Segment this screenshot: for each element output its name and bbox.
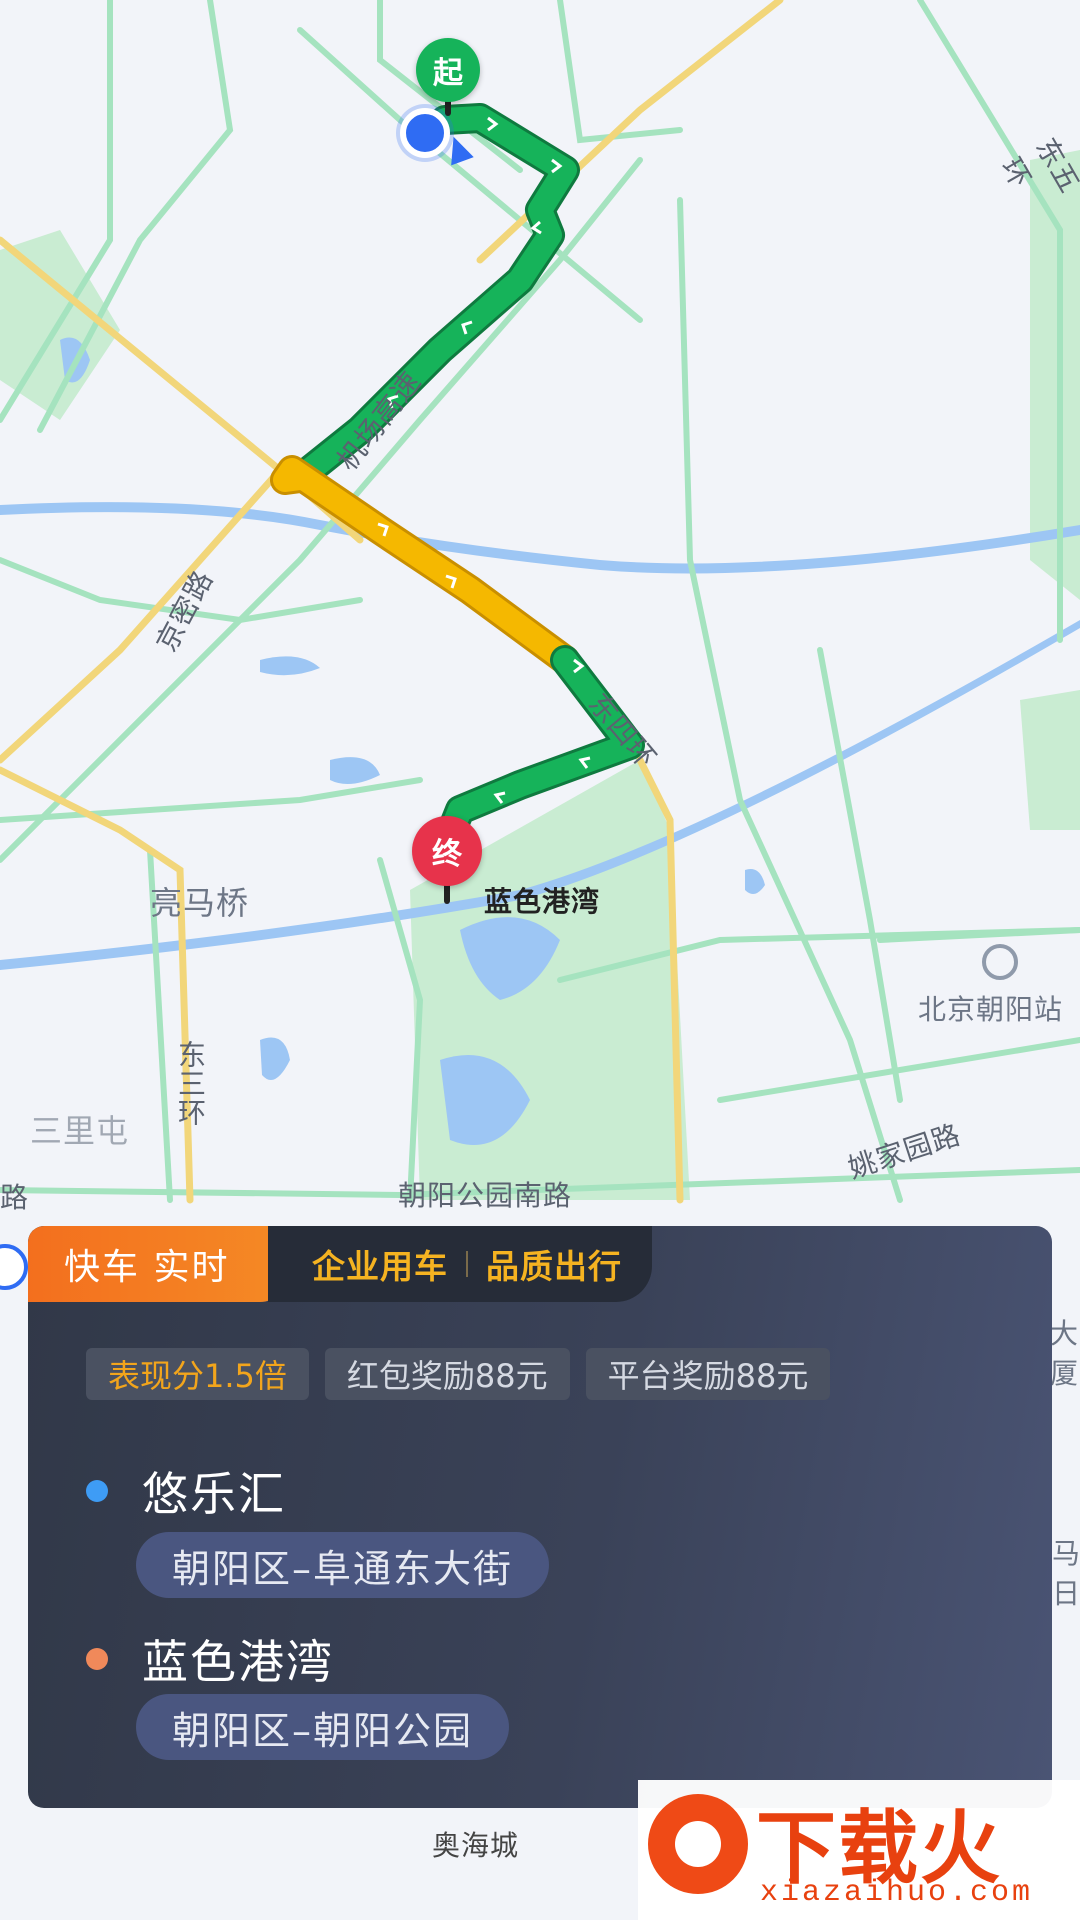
road-label-left-edge: 路 (0, 1181, 30, 1214)
origin-name: 悠乐汇 (142, 1467, 286, 1521)
destination-address: 朝阳区–朝阳公园 (136, 1694, 510, 1760)
destination-dot-icon (86, 1648, 108, 1670)
place-label-right-edge-2: 马日 (1052, 1537, 1080, 1610)
order-panel: 快车 实时 企业用车 品质出行 表现分1.5倍 红包奖励88元 平台奖励88元 … (28, 1226, 1052, 1808)
other-order-tabs: 企业用车 品质出行 (268, 1226, 652, 1302)
watermark-url: xiazaihuo.com (760, 1876, 1034, 1910)
destination-map-label: 蓝色港湾 (484, 885, 601, 918)
order-type-tabs: 快车 实时 企业用车 品质出行 (28, 1226, 652, 1302)
watermark: 下载火 xiazaihuo.com (638, 1780, 1080, 1920)
chip-platform-reward: 平台奖励88元 (585, 1348, 831, 1400)
tab-quality-travel[interactable]: 品质出行 (486, 1240, 622, 1288)
start-pin-icon[interactable]: 起 (416, 38, 480, 102)
chip-performance-score: 表现分1.5倍 (86, 1348, 309, 1400)
road-label-chaoyang-park-south-road: 朝阳公园南路 (398, 1179, 573, 1212)
road-label-east-3rd-ring: 东三环 (174, 1040, 207, 1127)
place-label-beijing-chaoyang-station: 北京朝阳站 (918, 993, 1064, 1026)
chip-red-packet-reward: 红包奖励88元 (324, 1348, 570, 1400)
watermark-logo-icon (648, 1794, 748, 1894)
tab-enterprise-car[interactable]: 企业用车 (312, 1240, 448, 1288)
station-icon (982, 944, 1018, 980)
destination-row: 蓝色港湾 (86, 1626, 334, 1692)
place-label-sanlitun: 三里屯 (30, 1112, 130, 1150)
reward-chips: 表现分1.5倍 红包奖励88元 平台奖励88元 (86, 1348, 831, 1400)
origin-row: 悠乐汇 (86, 1458, 286, 1524)
origin-address: 朝阳区–阜通东大街 (136, 1532, 550, 1598)
place-label-liangmaqiao: 亮马桥 (150, 884, 250, 922)
end-pin-icon[interactable]: 终 (412, 816, 482, 886)
tab-divider (466, 1251, 468, 1277)
origin-dot-icon (86, 1480, 108, 1502)
current-location-icon (400, 108, 450, 158)
tab-express-realtime[interactable]: 快车 实时 (28, 1226, 288, 1302)
destination-name: 蓝色港湾 (142, 1635, 334, 1689)
place-label-right-edge-1: 大厦 (1050, 1317, 1080, 1390)
place-label-aohaicheng: 奥海城 (432, 1829, 520, 1862)
